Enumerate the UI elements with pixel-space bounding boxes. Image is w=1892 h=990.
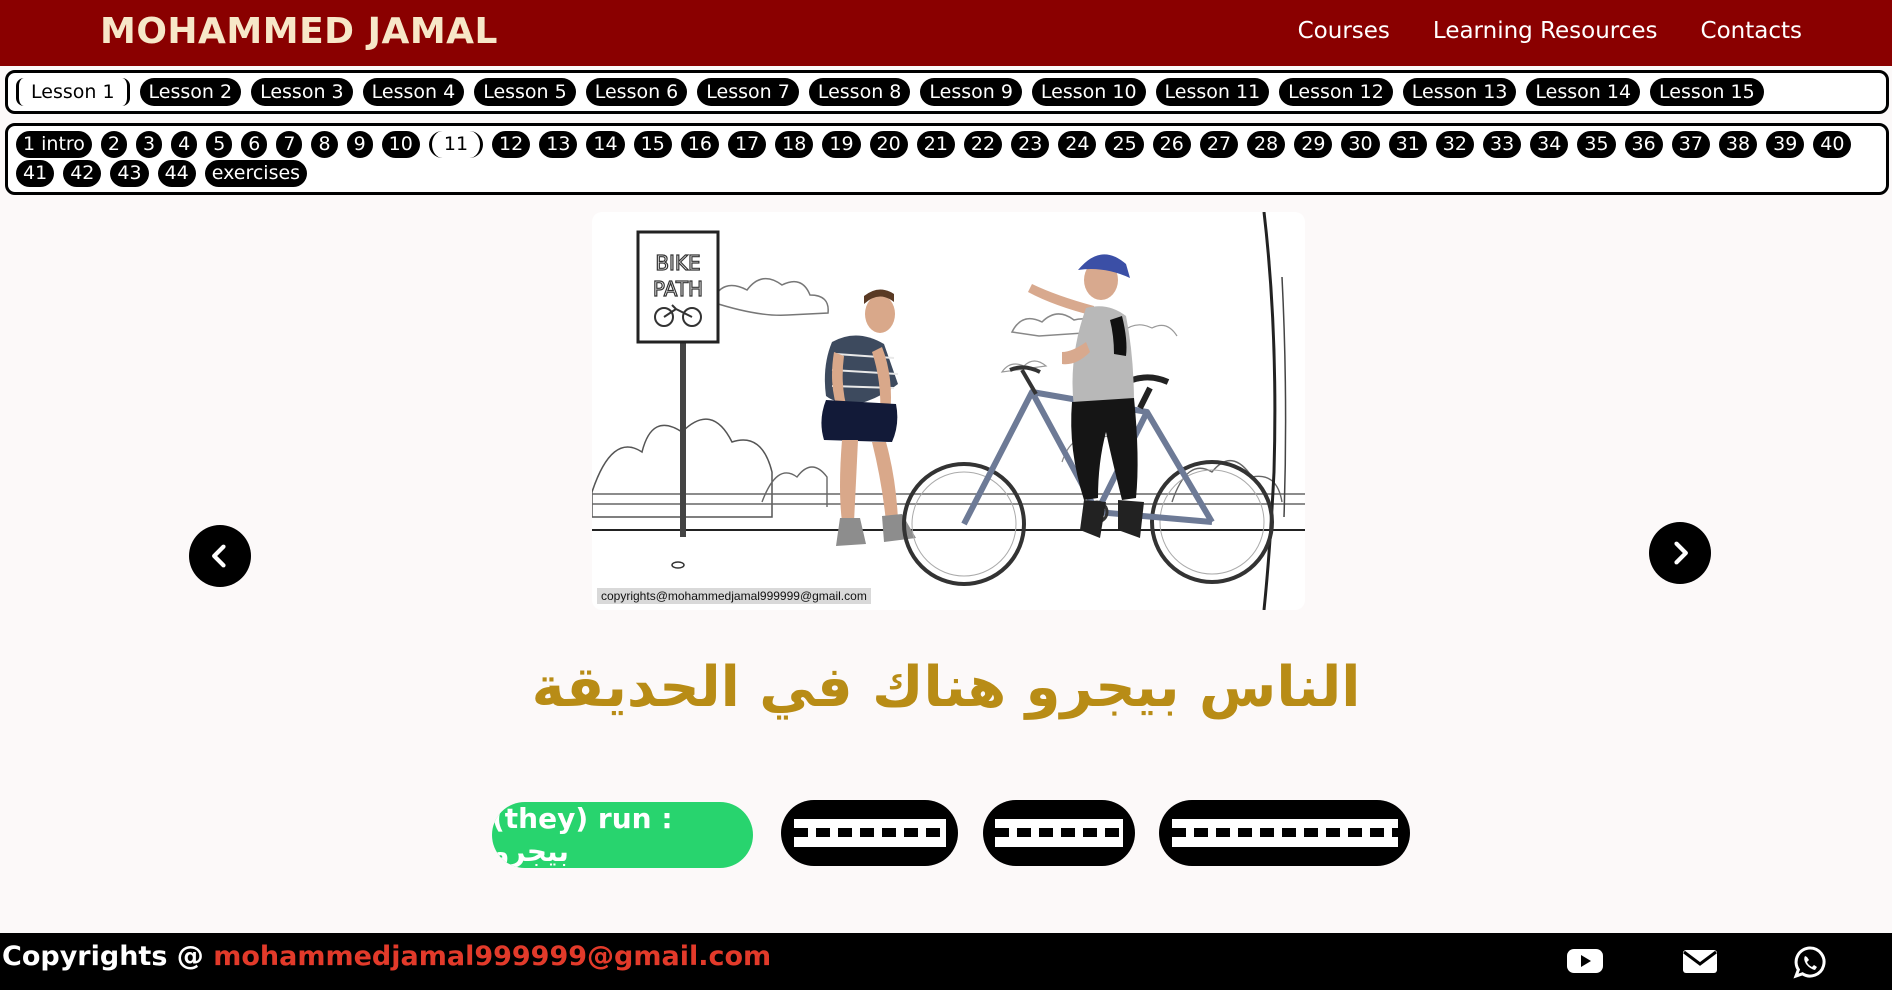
- lesson-tabs: Lesson 1 Lesson 2 Lesson 3 Lesson 4 Lesson 5…: [5, 70, 1889, 114]
- page-tab[interactable]: 26: [1152, 131, 1191, 158]
- hidden-word-chip[interactable]: [781, 800, 958, 866]
- footer: Copyrights @ mohammedjamal999999@gmail.c…: [0, 933, 1892, 990]
- footer-copyright: Copyrights @ mohammedjamal999999@gmail.c…: [2, 941, 771, 972]
- page-tab[interactable]: 41: [16, 160, 55, 187]
- top-navbar: MOHAMMED JAMAL Courses Learning Resource…: [0, 0, 1892, 66]
- page-tab[interactable]: 12: [492, 131, 531, 158]
- lesson-tab[interactable]: Lesson 7: [697, 78, 799, 106]
- page-tab[interactable]: 1 intro: [16, 131, 92, 158]
- mail-icon[interactable]: [1681, 945, 1719, 981]
- lesson-tab[interactable]: Lesson 15: [1650, 78, 1764, 106]
- lesson-tab[interactable]: Lesson 11: [1155, 78, 1270, 106]
- page-tab[interactable]: 20: [869, 131, 908, 158]
- page-tab[interactable]: 25: [1105, 131, 1144, 158]
- page-tab[interactable]: 23: [1011, 131, 1050, 158]
- page-tab[interactable]: 4: [171, 131, 198, 158]
- previous-slide-button[interactable]: [189, 525, 251, 587]
- main-nav: Courses Learning Resources Contacts: [1298, 18, 1802, 44]
- page-tab[interactable]: 36: [1624, 131, 1663, 158]
- page-tab[interactable]: 44: [157, 160, 196, 187]
- hidden-word-mask: [793, 819, 946, 847]
- page-tab[interactable]: 30: [1341, 131, 1380, 158]
- nav-learning-resources[interactable]: Learning Resources: [1433, 18, 1658, 44]
- page-tab[interactable]: 13: [539, 131, 578, 158]
- page-tab[interactable]: 16: [680, 131, 719, 158]
- page-tab[interactable]: 21: [916, 131, 955, 158]
- nav-contacts[interactable]: Contacts: [1701, 18, 1802, 44]
- lesson-tab[interactable]: Lesson 8: [808, 78, 911, 106]
- lesson-tab[interactable]: Lesson 10: [1031, 78, 1146, 106]
- page-tab[interactable]: 7: [276, 131, 303, 158]
- copyright-watermark: copyrights@mohammedjamal999999@gmail.com: [597, 588, 871, 604]
- sign-text-bike: BIKE: [655, 251, 700, 275]
- page-tab[interactable]: 24: [1058, 131, 1097, 158]
- page-tab[interactable]: 42: [63, 160, 102, 187]
- page-tab[interactable]: 17: [727, 131, 767, 158]
- copyright-prefix: Copyrights @: [2, 941, 214, 972]
- slide-image: BIKE PATH copyrights@mohammedjamal999999…: [592, 212, 1305, 610]
- nav-courses[interactable]: Courses: [1298, 18, 1390, 44]
- lesson-tab[interactable]: Lesson 13: [1402, 78, 1517, 106]
- page-tab[interactable]: 9: [346, 131, 373, 158]
- sign-text-path: PATH: [653, 277, 703, 301]
- page-tab[interactable]: 18: [775, 131, 814, 158]
- page-tab[interactable]: 31: [1388, 131, 1427, 158]
- page-tab[interactable]: 11: [428, 131, 484, 158]
- page-tab[interactable]: 40: [1813, 131, 1852, 158]
- lesson-tab[interactable]: Lesson 9: [920, 78, 1022, 106]
- page-tab[interactable]: 5: [206, 131, 233, 158]
- next-slide-button[interactable]: [1649, 522, 1711, 584]
- page-tab[interactable]: 43: [110, 160, 149, 187]
- hidden-word-chip[interactable]: [983, 800, 1135, 866]
- chevron-left-icon: [212, 544, 226, 568]
- page-tab[interactable]: 34: [1530, 131, 1569, 158]
- exercises-tab[interactable]: exercises: [204, 160, 308, 187]
- lesson-tab[interactable]: Lesson 6: [585, 78, 688, 106]
- youtube-icon[interactable]: [1566, 945, 1604, 981]
- page-tab[interactable]: 15: [633, 131, 672, 158]
- site-brand[interactable]: MOHAMMED JAMAL: [100, 11, 498, 52]
- page-tab[interactable]: 33: [1482, 131, 1522, 158]
- page-tab[interactable]: 32: [1435, 131, 1474, 158]
- lesson-tab[interactable]: Lesson 12: [1279, 78, 1393, 106]
- hidden-word-chip[interactable]: [1159, 800, 1410, 866]
- lesson-tab[interactable]: Lesson 1: [16, 78, 130, 106]
- bike-path-illustration: BIKE PATH: [592, 212, 1305, 610]
- page-tab[interactable]: 8: [311, 131, 338, 158]
- revealed-word-chip[interactable]: (they) run : بيجرو: [492, 802, 753, 868]
- lesson-tab[interactable]: Lesson 4: [362, 78, 465, 106]
- page-tabs: 1 intro 2 3 4 5 6 7 8 9 10 11 12 13 14 15 16 17 18 19 20 21 2…: [5, 123, 1889, 195]
- lesson-tab[interactable]: Lesson 3: [251, 78, 353, 106]
- chevron-right-icon: [1674, 541, 1688, 565]
- page-tab[interactable]: 3: [136, 131, 163, 158]
- lesson-tab[interactable]: Lesson 5: [474, 78, 576, 106]
- page-tab[interactable]: 39: [1766, 131, 1805, 158]
- page-tab[interactable]: 22: [963, 131, 1003, 158]
- lesson-tab[interactable]: Lesson 14: [1526, 78, 1641, 106]
- footer-email-link[interactable]: mohammedjamal999999@gmail.com: [213, 941, 771, 972]
- page-tab[interactable]: 37: [1671, 131, 1710, 158]
- page-tab[interactable]: 38: [1718, 131, 1758, 158]
- page-tab[interactable]: 2: [100, 131, 128, 158]
- page-tab[interactable]: 28: [1247, 131, 1286, 158]
- page-tab[interactable]: 27: [1199, 131, 1239, 158]
- hidden-word-mask: [1171, 819, 1398, 847]
- whatsapp-icon[interactable]: [1792, 945, 1828, 983]
- arabic-sentence: الناس بيجرو هناك في الحديقة: [531, 655, 1361, 720]
- page-tab[interactable]: 14: [586, 131, 625, 158]
- hidden-word-mask: [995, 819, 1123, 847]
- page-tab[interactable]: 10: [381, 131, 420, 158]
- page-tab[interactable]: 29: [1294, 131, 1333, 158]
- page-tab[interactable]: 6: [241, 131, 268, 158]
- page-tab[interactable]: 19: [822, 131, 861, 158]
- page-tab[interactable]: 35: [1577, 131, 1616, 158]
- lesson-tab[interactable]: Lesson 2: [139, 78, 242, 106]
